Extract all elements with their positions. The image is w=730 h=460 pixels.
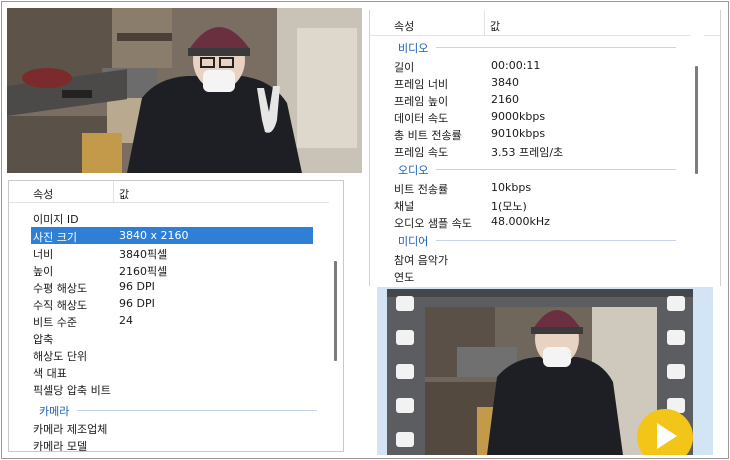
property-row-image-id[interactable]: 이미지 ID	[31, 209, 313, 226]
property-name: 압축	[33, 333, 54, 346]
property-name: 데이터 속도	[394, 112, 449, 125]
property-row-frame-width[interactable]: 프레임 너비 3840	[392, 74, 692, 91]
property-name: 비트 전송률	[394, 183, 449, 196]
property-value: 3840	[491, 76, 519, 89]
property-name: 프레임 속도	[394, 146, 449, 159]
property-value: 2160픽셀	[119, 265, 168, 278]
property-row-width[interactable]: 너비 3840픽셀	[31, 244, 313, 261]
property-name: 총 비트 전송률	[394, 129, 462, 142]
property-row-total-bitrate[interactable]: 총 비트 전송률 9010kbps	[392, 125, 692, 142]
property-value: 9000kbps	[491, 110, 546, 123]
value-column-header[interactable]: 값	[119, 186, 129, 202]
property-value: 10kbps	[491, 181, 532, 194]
property-name: 오디오 샘플 속도	[394, 217, 472, 230]
property-row-height[interactable]: 높이 2160픽셀	[31, 261, 313, 278]
property-name: 너비	[33, 248, 54, 261]
group-heading-label: 비디오	[398, 42, 429, 55]
property-row-data-rate[interactable]: 데이터 속도 9000kbps	[392, 108, 692, 125]
property-row-color-representation[interactable]: 색 대표	[31, 363, 313, 380]
image-properties-panel: 속성 값 이미지 ID 사진 크기 3840 x 2160 너비 3840픽셀 …	[8, 180, 344, 452]
property-name: 색 대표	[33, 367, 67, 380]
vertical-scrollbar[interactable]	[690, 10, 704, 286]
property-name: 연도	[394, 271, 415, 284]
property-name: 사진 크기	[33, 231, 77, 244]
group-heading-label: 오디오	[398, 164, 429, 177]
property-row-audio-sample-rate[interactable]: 오디오 샘플 속도 48.000kHz	[392, 213, 692, 230]
properties-header: 속성 값	[9, 181, 343, 203]
group-heading-camera: 카메라	[39, 403, 319, 419]
property-name: 비트 수준	[33, 316, 77, 329]
property-row-year[interactable]: 연도	[392, 267, 692, 284]
property-row-vertical-resolution[interactable]: 수직 해상도 96 DPI	[31, 295, 313, 312]
property-name: 카메라 제조업체	[33, 423, 108, 436]
group-divider	[436, 240, 676, 241]
property-row-frame-height[interactable]: 프레임 높이 2160	[392, 91, 692, 108]
group-heading-label: 카메라	[39, 405, 70, 418]
photo-preview	[7, 8, 362, 173]
property-column-header[interactable]: 속성	[394, 18, 414, 34]
property-row-photo-size[interactable]: 사진 크기 3840 x 2160	[31, 227, 313, 244]
group-divider	[436, 47, 676, 48]
video-thumbnail[interactable]	[377, 287, 713, 455]
property-name: 해상도 단위	[33, 350, 88, 363]
property-row-frame-rate[interactable]: 프레임 속도 3.53 프레임/초	[392, 142, 692, 159]
property-value: 48.000kHz	[491, 215, 550, 228]
property-value: 1(모노)	[491, 200, 527, 213]
property-column-header[interactable]: 속성	[33, 186, 53, 202]
property-value: 3840 x 2160	[119, 229, 189, 242]
group-divider	[436, 169, 676, 170]
property-value: 96 DPI	[119, 297, 155, 310]
property-name: 픽셀당 압축 비트	[33, 384, 111, 397]
column-divider[interactable]	[113, 181, 114, 203]
property-value: 00:00:11	[491, 59, 541, 72]
photo-image	[7, 8, 362, 173]
property-name: 프레임 너비	[394, 78, 449, 91]
column-divider[interactable]	[484, 10, 485, 36]
property-name: 프레임 높이	[394, 95, 449, 108]
property-row-horizontal-resolution[interactable]: 수평 해상도 96 DPI	[31, 278, 313, 295]
property-name: 이미지 ID	[33, 213, 79, 226]
property-name: 높이	[33, 265, 54, 278]
properties-header: 속성 값	[370, 10, 720, 36]
property-row-audio-bitrate[interactable]: 비트 전송률 10kbps	[392, 179, 692, 196]
value-column-header[interactable]: 값	[490, 18, 500, 34]
property-row-resolution-unit[interactable]: 해상도 단위	[31, 346, 313, 363]
scrollbar-thumb[interactable]	[334, 261, 337, 361]
property-value: 2160	[491, 93, 519, 106]
group-heading-media: 미디어	[398, 233, 688, 249]
property-value: 3840픽셀	[119, 248, 168, 261]
property-row-camera-maker[interactable]: 카메라 제조업체	[31, 419, 313, 436]
property-value: 3.53 프레임/초	[491, 146, 564, 159]
video-properties-panel: 속성 값 비디오 길이 00:00:11 프레임 너비 3840 프레임 높이 …	[369, 10, 721, 286]
property-value: 24	[119, 314, 133, 327]
property-name: 카메라 모델	[33, 440, 88, 452]
group-heading-video: 비디오	[398, 40, 688, 56]
property-name: 채널	[394, 200, 415, 213]
group-heading-audio: 오디오	[398, 162, 688, 178]
property-row-compressed-bits-per-pixel[interactable]: 픽셀당 압축 비트	[31, 380, 313, 397]
property-row-camera-model[interactable]: 카메라 모델	[31, 436, 313, 452]
vertical-scrollbar[interactable]	[329, 181, 343, 451]
property-row-channels[interactable]: 채널 1(모노)	[392, 196, 692, 213]
property-name: 수직 해상도	[33, 299, 88, 312]
scrollbar-thumb[interactable]	[695, 66, 698, 174]
property-value: 96 DPI	[119, 280, 155, 293]
property-row-length[interactable]: 길이 00:00:11	[392, 57, 692, 74]
property-name: 길이	[394, 61, 415, 74]
property-row-bit-depth[interactable]: 비트 수준 24	[31, 312, 313, 329]
video-frame-image	[425, 307, 657, 455]
property-row-contributing-artists[interactable]: 참여 음악가	[392, 250, 692, 267]
film-strip-icon	[377, 287, 713, 455]
property-value: 9010kbps	[491, 127, 546, 140]
group-divider	[77, 410, 317, 411]
property-name: 수평 해상도	[33, 282, 88, 295]
property-row-compression[interactable]: 압축	[31, 329, 313, 346]
group-heading-label: 미디어	[398, 235, 429, 248]
property-name: 참여 음악가	[394, 254, 449, 267]
